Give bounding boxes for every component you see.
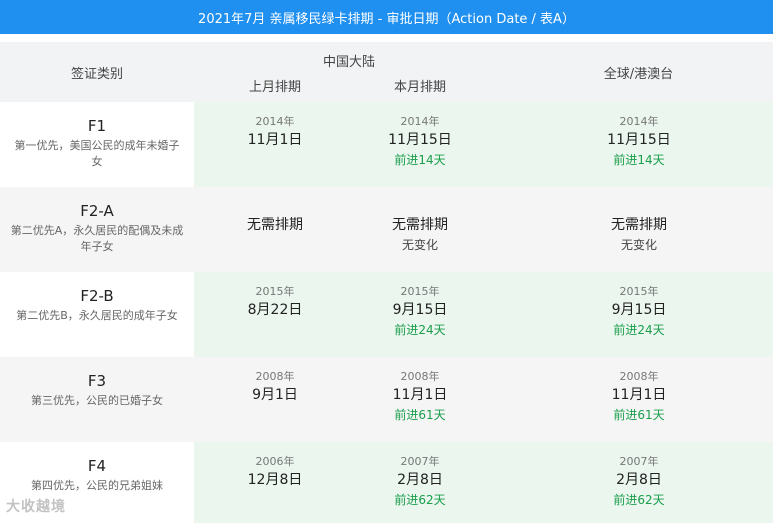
no-date: 无需排期 [392, 217, 448, 233]
category-code: F4 [87, 457, 107, 475]
data-cells: 2014年 11月1日 2014年 11月15日 前进14天 2014年 11月… [194, 102, 773, 187]
header-this-month: 本月排期 [393, 80, 446, 95]
global-cell: 2015年 9月15日 前进24天 [559, 272, 719, 357]
date: 12月8日 [247, 472, 303, 488]
date: 11月1日 [392, 387, 448, 403]
change: 前进61天 [613, 408, 665, 422]
last-month-cell: 无需排期 [194, 187, 356, 272]
year: 2008年 [619, 370, 659, 383]
year: 2008年 [255, 370, 295, 383]
no-date: 无需排期 [247, 217, 303, 233]
spacer [0, 34, 773, 42]
date: 9月15日 [392, 302, 448, 318]
year: 2015年 [619, 285, 659, 298]
date: 2月8日 [616, 472, 662, 488]
year: 2014年 [619, 115, 659, 128]
year: 2014年 [255, 115, 295, 128]
category-desc: 第二优先B，永久居民的成年子女 [16, 309, 178, 322]
global-cell: 2007年 2月8日 前进62天 [559, 442, 719, 523]
date: 11月15日 [388, 132, 452, 148]
change: 前进24天 [613, 323, 665, 337]
header-category: 签证类别 [70, 66, 123, 82]
change: 前进62天 [394, 493, 446, 507]
date: 9月15日 [611, 302, 667, 318]
category-cell: F1 第一优先，美国公民的成年未婚子女 [0, 102, 194, 187]
category-cell: F3 第三优先，公民的已婚子女 [0, 357, 194, 442]
year: 2008年 [400, 370, 440, 383]
last-month-cell: 2015年 8月22日 [194, 272, 356, 357]
global-cell: 2008年 11月1日 前进61天 [559, 357, 719, 442]
data-cells: 2015年 8月22日 2015年 9月15日 前进24天 2015年 9月15… [194, 272, 773, 357]
global-cell: 2014年 11月15日 前进14天 [559, 102, 719, 187]
change: 前进14天 [394, 153, 446, 167]
table-row: F2-B 第二优先B，永久居民的成年子女 2015年 8月22日 2015年 9… [0, 272, 773, 357]
year: 2014年 [400, 115, 440, 128]
year: 2006年 [255, 455, 295, 468]
last-month-cell: 2006年 12月8日 [194, 442, 356, 523]
no-date: 无需排期 [611, 217, 667, 233]
year: 2007年 [400, 455, 440, 468]
date: 11月1日 [611, 387, 667, 403]
change: 前进62天 [613, 493, 665, 507]
date: 11月1日 [247, 132, 303, 148]
category-desc: 第四优先，公民的兄弟姐妹 [31, 479, 163, 492]
year: 2007年 [619, 455, 659, 468]
watermark: 大收越境 [6, 499, 66, 515]
this-month-cell: 2007年 2月8日 前进62天 [345, 442, 495, 523]
category-cell: F2-B 第二优先B，永久居民的成年子女 [0, 272, 194, 357]
data-cells: 2008年 9月1日 2008年 11月1日 前进61天 2008年 11月1日… [194, 357, 773, 442]
this-month-cell: 无需排期 无变化 [345, 187, 495, 272]
category-code: F2-B [80, 287, 114, 305]
table-header: 签证类别 中国大陆 上月排期 本月排期 全球/港澳台 [0, 42, 773, 102]
category-code: F1 [87, 117, 107, 135]
data-cells: 无需排期 无需排期 无变化 无需排期 无变化 [194, 187, 773, 272]
this-month-cell: 2008年 11月1日 前进61天 [345, 357, 495, 442]
this-month-cell: 2014年 11月15日 前进14天 [345, 102, 495, 187]
global-cell: 无需排期 无变化 [559, 187, 719, 272]
year: 2015年 [400, 285, 440, 298]
change: 前进61天 [394, 408, 446, 422]
change: 前进14天 [613, 153, 665, 167]
header-china: 中国大陆 [322, 55, 375, 70]
category-desc: 第三优先，公民的已婚子女 [31, 394, 163, 407]
table-row: F1 第一优先，美国公民的成年未婚子女 2014年 11月1日 2014年 11… [0, 102, 773, 187]
date: 11月15日 [607, 132, 671, 148]
data-cells: 2006年 12月8日 2007年 2月8日 前进62天 2007年 2月8日 … [194, 442, 773, 523]
date: 8月22日 [247, 302, 303, 318]
date: 9月1日 [252, 387, 298, 403]
category-code: F3 [87, 372, 107, 390]
year: 2015年 [255, 285, 295, 298]
last-month-cell: 2008年 9月1日 [194, 357, 356, 442]
table-title: 2021年7月 亲属移民绿卡排期 - 审批日期（Action Date / 表A… [0, 0, 773, 34]
last-month-cell: 2014年 11月1日 [194, 102, 356, 187]
category-cell: F2-A 第二优先A，永久居民的配偶及未成年子女 [0, 187, 194, 272]
table-row: F2-A 第二优先A，永久居民的配偶及未成年子女 无需排期 无需排期 无变化 无… [0, 187, 773, 272]
change: 无变化 [401, 238, 438, 252]
table-row: F3 第三优先，公民的已婚子女 2008年 9月1日 2008年 11月1日 前… [0, 357, 773, 442]
header-last-month: 上月排期 [248, 80, 301, 95]
category-code: F2-A [80, 202, 114, 220]
this-month-cell: 2015年 9月15日 前进24天 [345, 272, 495, 357]
header-global: 全球/港澳台 [603, 66, 674, 82]
change: 前进24天 [394, 323, 446, 337]
category-desc: 第一优先，美国公民的成年未婚子女 [14, 139, 180, 168]
table-row: F4 第四优先，公民的兄弟姐妹 2006年 12月8日 2007年 2月8日 前… [0, 442, 773, 523]
category-desc: 第二优先A，永久居民的配偶及未成年子女 [10, 224, 184, 253]
change: 无变化 [620, 238, 657, 252]
date: 2月8日 [397, 472, 443, 488]
